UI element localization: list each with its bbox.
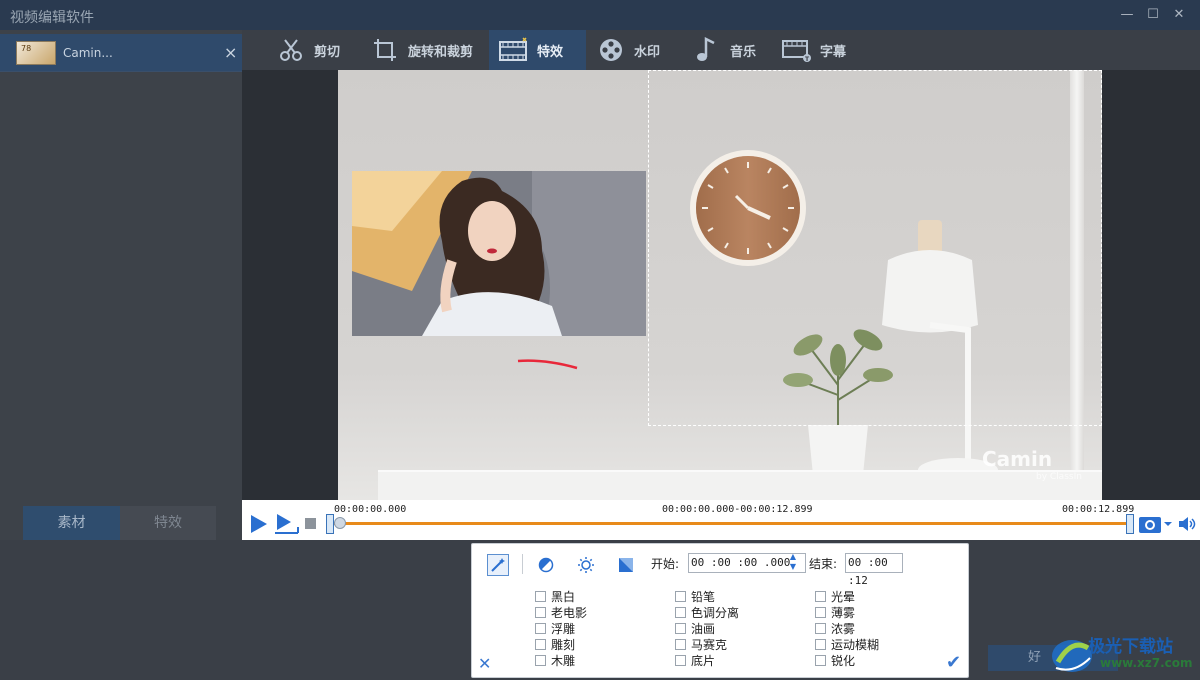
- checkbox[interactable]: [535, 638, 546, 650]
- tab-label: 音乐: [730, 44, 757, 60]
- tab-label: 剪切: [314, 44, 341, 60]
- checkbox[interactable]: [675, 606, 686, 618]
- effect-posterize[interactable]: 色调分离: [675, 604, 739, 620]
- checkbox[interactable]: [815, 654, 826, 666]
- checkbox[interactable]: [535, 606, 546, 618]
- effect-pencil[interactable]: 铅笔: [675, 588, 715, 604]
- effect-emboss[interactable]: 浮雕: [535, 620, 575, 636]
- subtitle-icon: T: [782, 36, 812, 64]
- checkbox[interactable]: [815, 638, 826, 650]
- logo-text: 极光下载站: [1088, 637, 1173, 657]
- checkbox[interactable]: [675, 590, 686, 602]
- maximize-button[interactable]: ☐: [1142, 5, 1164, 25]
- effect-old-film[interactable]: 老电影: [535, 604, 587, 620]
- end-time: 00:00:12.899: [1062, 504, 1135, 515]
- snapshot-icon[interactable]: [1138, 513, 1172, 535]
- effects-button[interactable]: 特效: [120, 506, 216, 540]
- tool-tabs: 剪切 旋转和裁剪 特效 水印 音乐 T 字幕: [242, 30, 1200, 70]
- close-button[interactable]: ✕: [1168, 5, 1190, 25]
- dialog-confirm-icon[interactable]: ✔: [946, 652, 961, 673]
- film-effects-icon: [499, 36, 529, 64]
- checkbox[interactable]: [535, 590, 546, 602]
- minimize-button[interactable]: —: [1116, 5, 1138, 25]
- tab-label: 特效: [537, 44, 564, 60]
- timeline-playhead[interactable]: [334, 517, 346, 529]
- end-time-input[interactable]: 00 :00 :12: [845, 553, 903, 587]
- effect-light-fog[interactable]: 薄雾: [815, 604, 855, 620]
- title-bar: 视频编辑软件 — ☐ ✕: [0, 0, 1200, 30]
- app-title: 视频编辑软件: [10, 10, 94, 26]
- file-tab[interactable]: 78 Camin... ×: [0, 34, 242, 72]
- effect-oil-painting[interactable]: 油画: [675, 620, 715, 636]
- time-range: 00:00:00.000-00:00:12.899: [662, 504, 813, 515]
- file-name: Camin...: [63, 46, 113, 60]
- timeline-start-handle[interactable]: [326, 514, 334, 534]
- checkbox[interactable]: [815, 590, 826, 602]
- dialog-cancel-icon[interactable]: ✕: [478, 654, 491, 673]
- effect-woodcut[interactable]: 木雕: [535, 652, 575, 668]
- tab-effects[interactable]: 特效: [489, 30, 586, 70]
- scissors-icon: [276, 36, 306, 64]
- checkbox[interactable]: [815, 622, 826, 634]
- file-close-icon[interactable]: ×: [224, 43, 237, 62]
- logo-url: www.xz7.com: [1100, 656, 1193, 670]
- stop-icon[interactable]: [305, 518, 317, 530]
- media-panel: 78 Camin... × 素材 特效: [0, 30, 242, 540]
- timeline-track[interactable]: [330, 522, 1130, 525]
- effect-mosaic[interactable]: 马赛克: [675, 636, 727, 652]
- tab-music[interactable]: 音乐: [692, 30, 756, 70]
- effect-negative[interactable]: 底片: [675, 652, 715, 668]
- effect-glow[interactable]: 光晕: [815, 588, 855, 604]
- material-button[interactable]: 素材: [23, 506, 120, 540]
- start-time-spinner[interactable]: ▲ ▼: [783, 552, 803, 574]
- effect-engrave[interactable]: 雕刻: [535, 636, 575, 652]
- saturation-icon[interactable]: [615, 554, 637, 576]
- overlay-video-frame[interactable]: [352, 171, 646, 336]
- player-bar: 00:00:00.000 00:00:00.000-00:00:12.899 0…: [242, 500, 1200, 540]
- magic-wand-icon[interactable]: [487, 554, 509, 576]
- selection-frame[interactable]: [648, 70, 1102, 426]
- brightness-icon[interactable]: [575, 554, 597, 576]
- film-reel-icon: [596, 36, 626, 64]
- tab-subtitle[interactable]: T 字幕: [782, 30, 846, 70]
- checkbox[interactable]: [675, 654, 686, 666]
- music-note-icon: [692, 36, 722, 64]
- effect-motion-blur[interactable]: 运动模糊: [815, 636, 879, 652]
- effects-dialog: 开始: 00 :00 :00 .000 ▲ ▼ 结束: 00 :00 :12 黑白…: [471, 543, 969, 678]
- red-annotation-line: [517, 359, 578, 370]
- table-image: [378, 470, 1102, 500]
- end-label: 结束:: [809, 557, 838, 571]
- crop-rotate-icon: [370, 36, 400, 64]
- checkbox[interactable]: [535, 654, 546, 666]
- toolbar-separator: [522, 554, 523, 574]
- effect-dense-fog[interactable]: 浓雾: [815, 620, 855, 636]
- checkbox[interactable]: [675, 638, 686, 650]
- effect-sharpen[interactable]: 锐化: [815, 652, 855, 668]
- tab-cut[interactable]: 剪切: [276, 30, 340, 70]
- contrast-icon[interactable]: [535, 554, 557, 576]
- current-time: 00:00:00.000: [334, 504, 407, 515]
- tab-rotate-crop[interactable]: 旋转和裁剪: [370, 30, 473, 70]
- tab-label: 旋转和裁剪: [408, 44, 474, 60]
- timeline-end-handle[interactable]: [1126, 514, 1134, 534]
- camin-watermark: Camin: [982, 447, 1053, 471]
- file-thumbnail: 78: [16, 41, 56, 65]
- play-icon[interactable]: [248, 513, 270, 535]
- tab-watermark[interactable]: 水印: [596, 30, 660, 70]
- play-selection-icon[interactable]: [274, 513, 300, 535]
- start-label: 开始:: [651, 557, 680, 571]
- effect-bw[interactable]: 黑白: [535, 588, 575, 604]
- checkbox[interactable]: [675, 622, 686, 634]
- checkbox[interactable]: [815, 606, 826, 618]
- checkbox[interactable]: [535, 622, 546, 634]
- volume-icon[interactable]: [1177, 514, 1197, 534]
- camin-watermark-sub: by ClassIn: [1036, 472, 1082, 482]
- tab-label: 水印: [634, 44, 661, 60]
- tab-label: 字幕: [820, 44, 847, 60]
